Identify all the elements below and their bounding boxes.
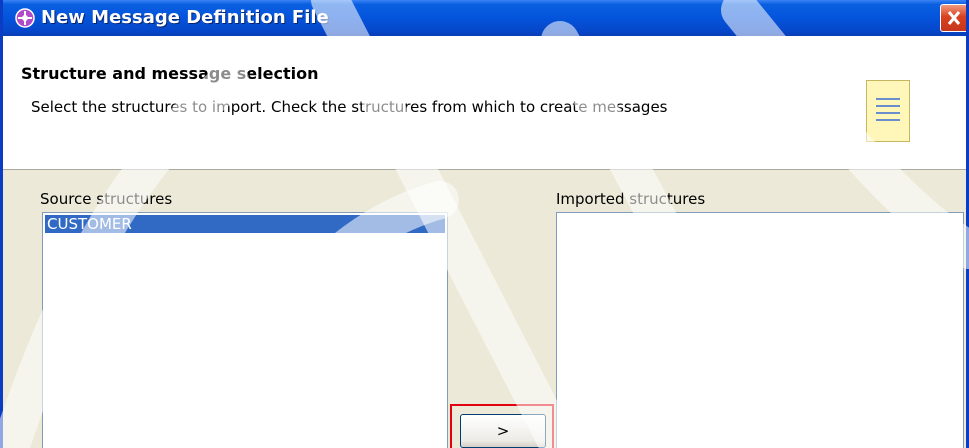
source-structures-list[interactable]: CUSTOMER <box>42 212 448 448</box>
imported-structures-list[interactable] <box>556 212 964 448</box>
wizard-icon <box>15 8 35 28</box>
close-button[interactable] <box>940 4 966 32</box>
close-icon <box>947 11 961 25</box>
wizard-body: Source structures Imported structures CU… <box>3 170 966 448</box>
dialog-window: New Message Definition File Structure an… <box>0 0 969 448</box>
source-structures-label: Source structures <box>40 190 173 208</box>
title-bar[interactable]: New Message Definition File <box>3 0 966 36</box>
document-icon <box>866 80 910 142</box>
imported-structures-label: Imported structures <box>556 190 706 208</box>
highlight-box: > <box>450 404 554 448</box>
list-item-customer[interactable]: CUSTOMER <box>45 215 445 233</box>
add-structure-button[interactable]: > <box>460 414 546 448</box>
window-title: New Message Definition File <box>41 7 329 28</box>
page-title: Structure and message selection <box>21 64 319 83</box>
wizard-header: Structure and message selection Select t… <box>3 36 966 170</box>
page-description: Select the structures to import. Check t… <box>31 98 668 116</box>
